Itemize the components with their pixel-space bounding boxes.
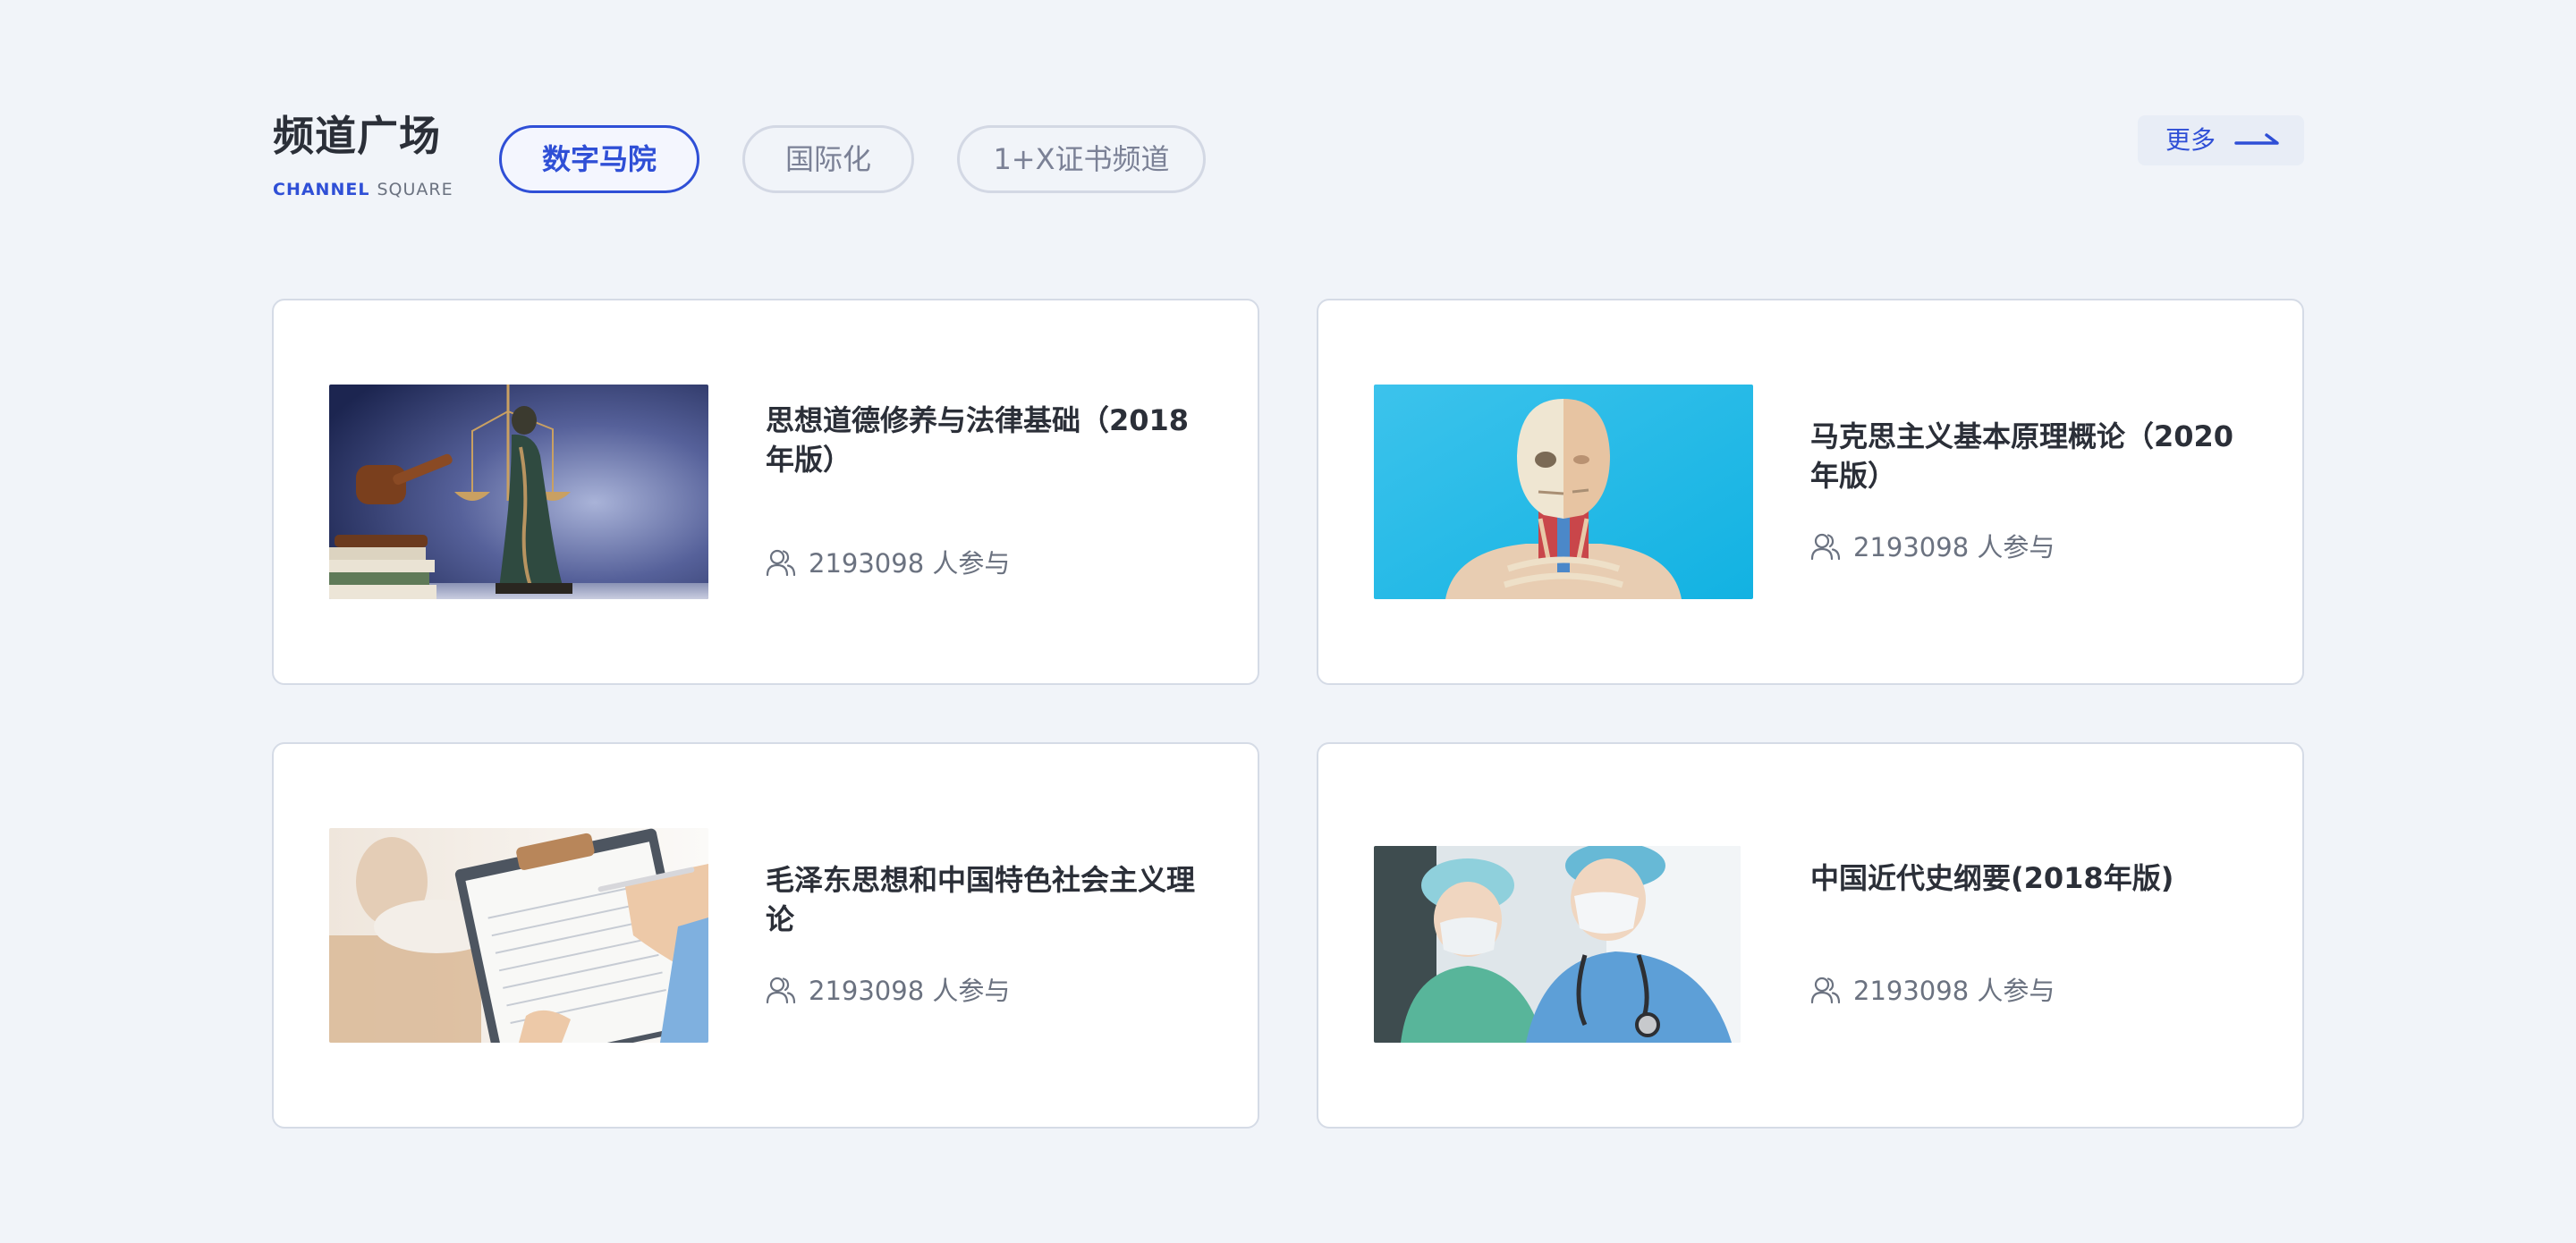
- people-icon: [1810, 533, 1841, 561]
- participant-text: 2193098 人参与: [809, 548, 1011, 579]
- subtitle-secondary: SQUARE: [377, 180, 453, 199]
- people-icon: [766, 977, 796, 1004]
- more-button[interactable]: 更多: [2138, 115, 2304, 165]
- participant-text: 2193098 人参与: [1853, 976, 2055, 1006]
- arrow-right-icon: [2234, 133, 2279, 145]
- subtitle-primary: CHANNEL: [273, 180, 370, 199]
- course-card[interactable]: 马克思主义基本原理概论（2020年版） 2193098 人参与: [1317, 299, 2304, 685]
- justice-statue-gavel-image: [329, 385, 708, 599]
- course-card[interactable]: 毛泽东思想和中国特色社会主义理论 2193098 人参与: [272, 742, 1259, 1129]
- course-title: 中国近代史纲要(2018年版): [1810, 861, 2174, 895]
- medical-staff-image: [1374, 846, 1741, 1043]
- more-label: 更多: [2165, 125, 2216, 155]
- section-title: 频道广场: [273, 112, 441, 160]
- section-subtitle: CHANNEL SQUARE: [273, 179, 453, 200]
- course-title: 马克思主义基本原理概论（2020年版）: [1810, 419, 2234, 493]
- course-title: 思想道德修养与法律基础（2018年版）: [766, 403, 1190, 477]
- anatomy-model-image: [1374, 385, 1753, 599]
- people-icon: [1810, 977, 1841, 1004]
- section-header: 频道广场 CHANNEL SQUARE: [273, 109, 479, 207]
- course-card[interactable]: 中国近代史纲要(2018年版) 2193098 人参与: [1317, 742, 2304, 1129]
- participant-text: 2193098 人参与: [1853, 532, 2055, 562]
- participant-text: 2193098 人参与: [809, 976, 1011, 1006]
- tab-1x-certificate[interactable]: 1+X证书频道: [957, 125, 1206, 193]
- people-icon: [766, 549, 796, 577]
- clipboard-writing-image: [329, 828, 708, 1043]
- course-card[interactable]: 思想道德修养与法律基础（2018年版） 2193098 人参与: [272, 299, 1259, 685]
- course-title: 毛泽东思想和中国特色社会主义理论: [766, 863, 1196, 936]
- tab-digital-marxism[interactable]: 数字马院: [499, 125, 699, 193]
- tab-internationalization[interactable]: 国际化: [742, 125, 914, 193]
